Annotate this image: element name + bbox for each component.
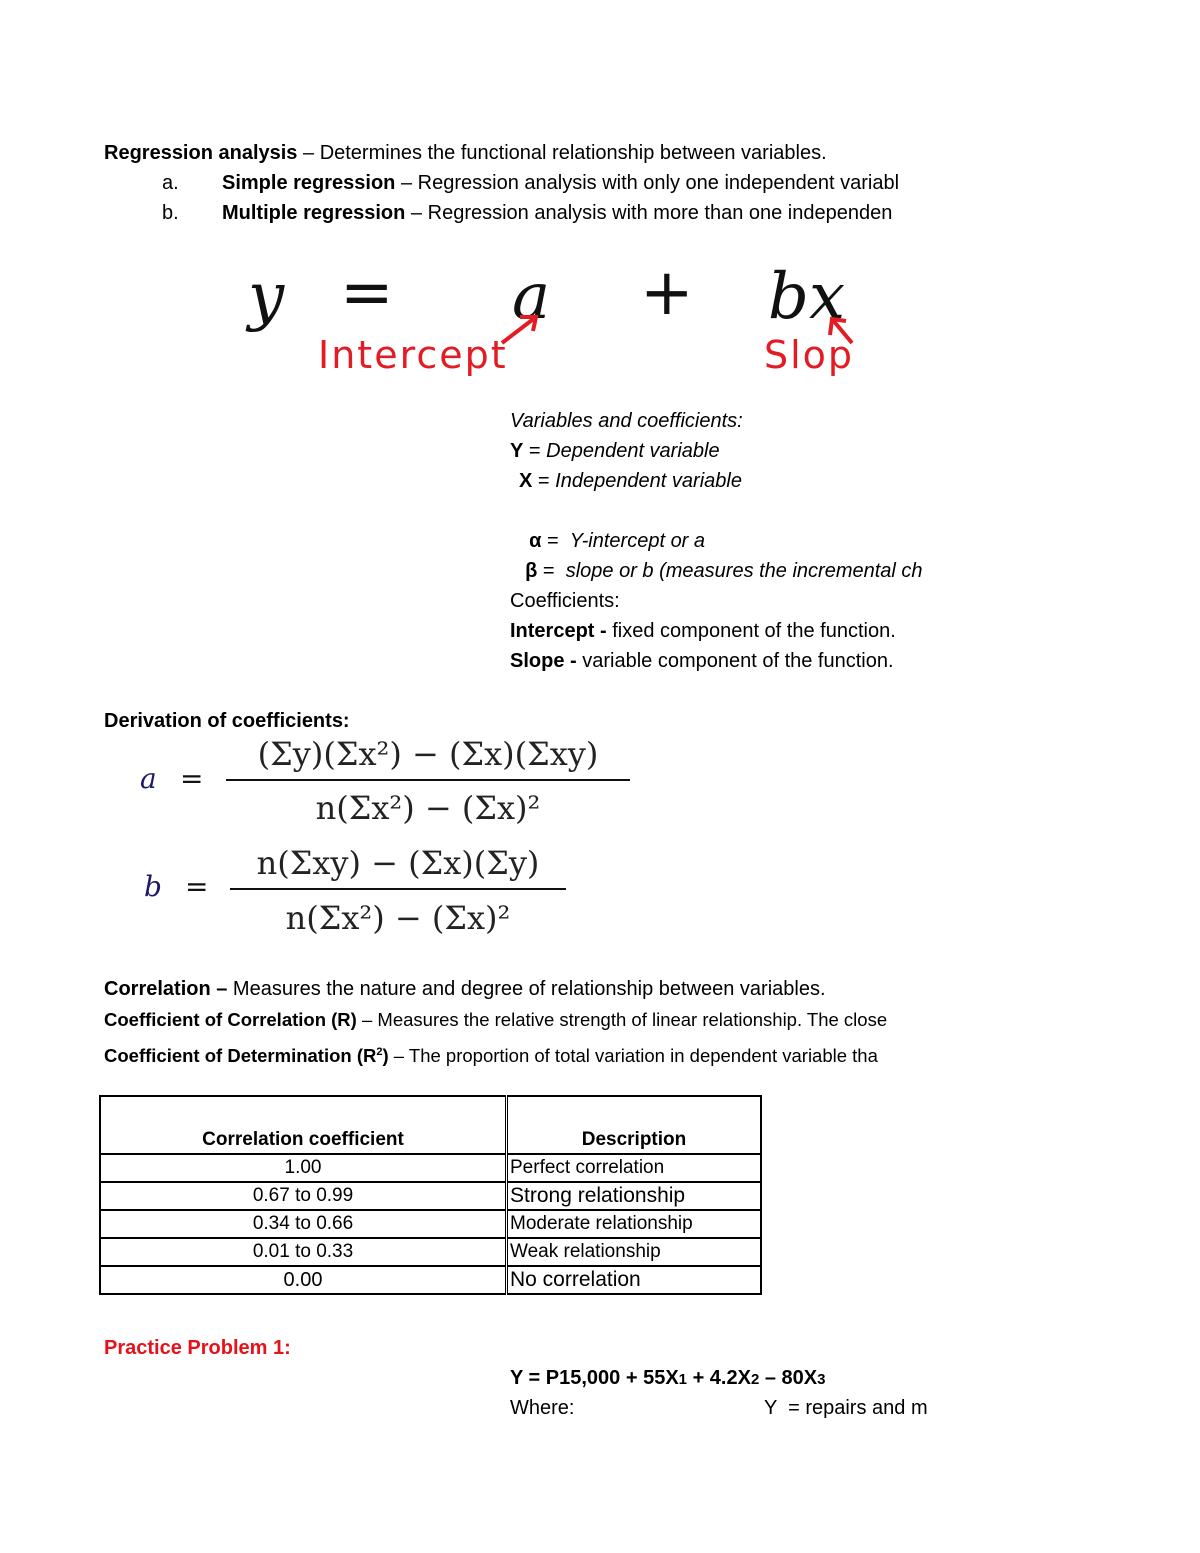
coefficient-of-correlation: Coefficient of Correlation (R) – Measure…: [104, 1009, 888, 1030]
list-marker-b: b.: [162, 202, 179, 224]
variable-row-beta: β = slope or b (measures the incremental…: [525, 560, 923, 582]
practice-problem-heading: Practice Problem 1:: [104, 1337, 291, 1359]
table-row: 0.01 to 0.33 Weak relationship: [99, 1237, 762, 1267]
practice-equation: Y = P15,000 + 55X1 + 4.2X2 – 80X3: [510, 1367, 826, 1389]
table-row: 0.00 No correlation: [99, 1265, 762, 1295]
formula-b-numerator: n(Σxy) − (Σx)(Σy): [256, 844, 540, 882]
coefficient-slope: Slope - variable component of the functi…: [510, 650, 894, 672]
formula-b-fraction-bar: [230, 888, 566, 890]
where-definition: Y = repairs and m: [764, 1397, 928, 1419]
table-header-row: Correlation coefficient Description: [99, 1095, 762, 1155]
header-correlation-coefficient: Correlation coefficient: [99, 1095, 508, 1155]
regression-definition-text: Determines the functional relationship b…: [319, 142, 827, 164]
formula-a-fraction-bar: [226, 779, 630, 781]
formula-a-numerator: (Σy)(Σx²) − (Σx)(Σxy): [257, 735, 599, 773]
regression-term: Regression analysis: [104, 142, 298, 164]
table-row: 0.67 to 0.99 Strong relationship: [99, 1181, 762, 1211]
correlation-table: Correlation coefficient Description 1.00…: [99, 1095, 762, 1295]
regression-definition: Regression analysis – Determines the fun…: [104, 142, 827, 164]
coefficient-intercept: Intercept - fixed component of the funct…: [510, 620, 896, 642]
table-row: 0.34 to 0.66 Moderate relationship: [99, 1209, 762, 1239]
slope-label: Slop: [764, 333, 855, 377]
list-item-simple-regression: Simple regression – Regression analysis …: [222, 172, 900, 194]
list-marker-a: a.: [162, 172, 179, 194]
regression-equation-image: y = a + bx Intercept Slop: [240, 265, 937, 385]
coefficient-of-determination: Coefficient of Determination (R2) – The …: [104, 1045, 878, 1067]
derivation-heading: Derivation of coefficients:: [104, 710, 350, 732]
list-item-multiple-regression: Multiple regression – Regression analysi…: [222, 202, 893, 224]
coefficients-heading: Coefficients:: [510, 590, 620, 612]
intercept-label: Intercept: [318, 333, 508, 377]
variable-row-y: Y = Dependent variable: [510, 440, 720, 462]
header-description: Description: [505, 1095, 762, 1155]
formula-a-denominator: n(Σx²) − (Σx)²: [315, 789, 541, 827]
correlation-definition: Correlation – Measures the nature and de…: [104, 978, 826, 1000]
variable-row-x: X = Independent variable: [519, 470, 742, 492]
where-label: Where:: [510, 1397, 575, 1419]
variables-heading: Variables and coefficients:: [510, 410, 743, 432]
formula-b-denominator: n(Σx²) − (Σx)²: [285, 899, 511, 937]
table-row: 1.00 Perfect correlation: [99, 1153, 762, 1183]
